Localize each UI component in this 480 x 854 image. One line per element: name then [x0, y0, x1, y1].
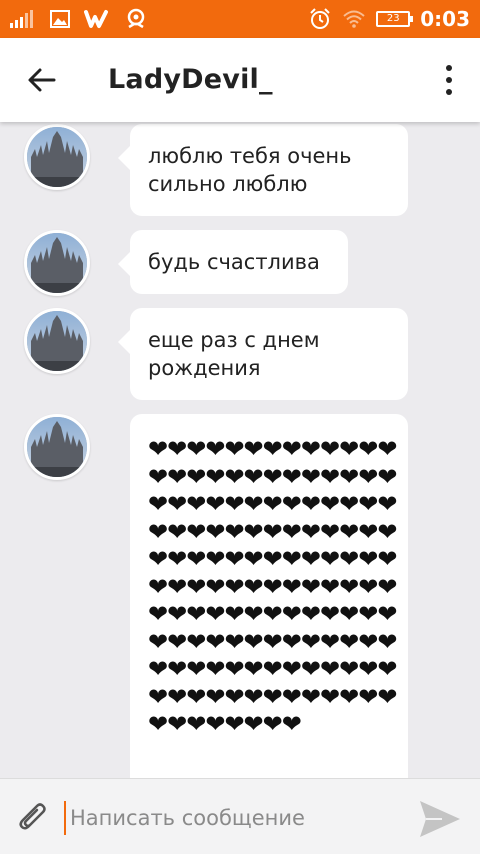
wifi-icon — [343, 10, 365, 28]
more-vertical-icon[interactable] — [444, 64, 454, 96]
ok-icon — [127, 8, 145, 29]
message-composer — [0, 778, 480, 854]
chat-title: LadyDevil_ — [108, 64, 273, 95]
paperclip-icon[interactable] — [14, 799, 52, 837]
arrow-left-icon[interactable] — [24, 62, 60, 98]
wattpad-icon — [84, 10, 108, 28]
status-bar: 23 0:03 — [0, 0, 480, 38]
alarm-icon — [310, 8, 330, 29]
message-bubble[interactable]: ❤❤❤❤❤❤❤❤❤❤❤❤❤❤❤❤❤❤❤❤❤❤❤❤❤❤❤❤❤❤❤❤❤❤❤❤❤❤❤❤… — [130, 414, 408, 778]
cathedral-photo — [27, 417, 87, 477]
message-bubble[interactable]: люблю тебя очень сильно люблю — [118, 124, 408, 216]
message-bubble[interactable]: еще раз с днем рождения — [118, 308, 408, 400]
signal-icon — [10, 10, 33, 28]
app-toolbar: LadyDevil_ — [0, 38, 480, 122]
status-time: 0:03 — [420, 7, 470, 31]
message-text: ❤❤❤❤❤❤❤❤❤❤❤❤❤❤❤❤❤❤❤❤❤❤❤❤❤❤❤❤❤❤❤❤❤❤❤❤❤❤❤❤… — [148, 435, 397, 738]
cathedral-photo — [27, 127, 87, 187]
cathedral-photo — [27, 311, 87, 371]
message-bubble[interactable]: будь счастлива — [118, 230, 348, 294]
avatar[interactable] — [24, 308, 90, 374]
avatar[interactable] — [24, 124, 90, 190]
avatar[interactable] — [24, 414, 90, 480]
message-list[interactable]: люблю тебя очень сильно люблю будь счаст… — [0, 122, 480, 778]
message-text: будь счастлива — [148, 250, 320, 274]
send-icon[interactable] — [418, 799, 462, 839]
message-text: люблю тебя очень сильно люблю — [148, 144, 352, 196]
cathedral-photo — [27, 233, 87, 293]
image-icon — [50, 10, 70, 28]
message-input[interactable] — [64, 801, 404, 835]
battery-icon: 23 — [376, 11, 414, 27]
avatar[interactable] — [24, 230, 90, 296]
message-text: еще раз с днем рождения — [148, 328, 320, 380]
